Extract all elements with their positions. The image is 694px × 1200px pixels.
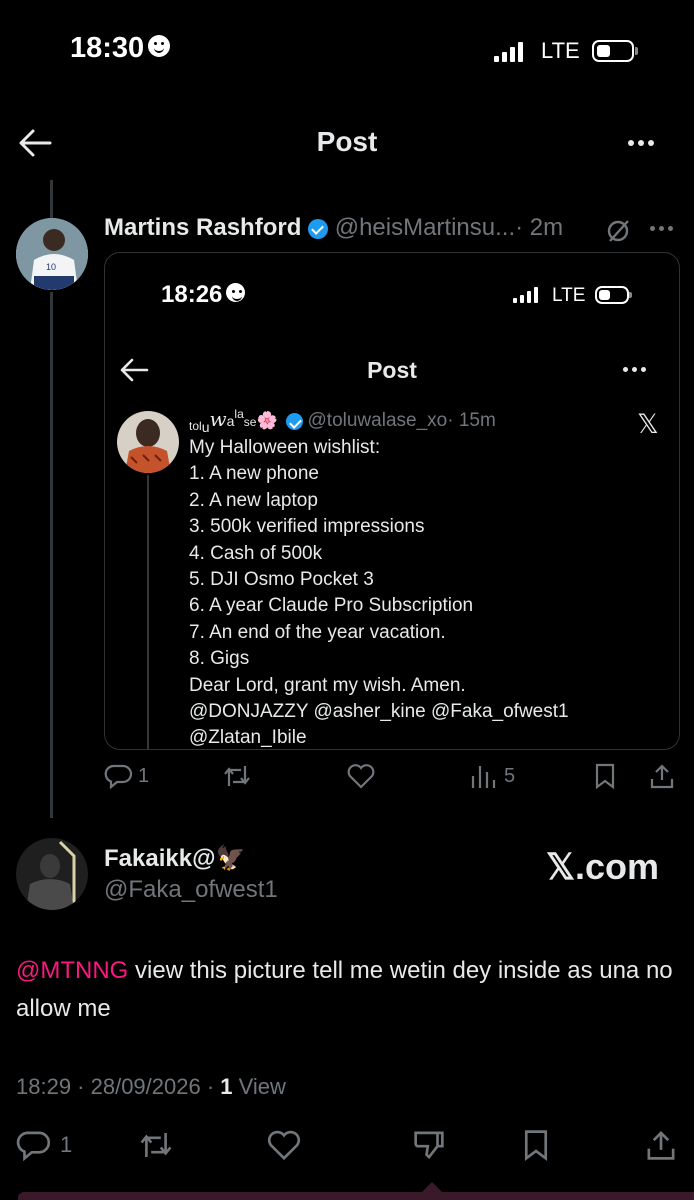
- avatar-fakaikk[interactable]: [16, 838, 88, 910]
- attached-image[interactable]: 18:26 LTE Post toluwalase🌸 @toluwalase_x…: [104, 252, 680, 750]
- avatar-rashford[interactable]: 10: [16, 218, 88, 290]
- inner-mentions-2: @Zlatan_Ibile: [189, 727, 307, 749]
- svg-text:10: 10: [46, 262, 56, 272]
- main-author[interactable]: Fakaikk@🦅: [104, 844, 245, 873]
- author-name[interactable]: Martins Rashford: [104, 214, 301, 241]
- main-bookmark-button[interactable]: [520, 1128, 552, 1167]
- battery-icon: [592, 40, 638, 62]
- post-header-rashford: Martins Rashford @heisMartinsu...· 2m: [104, 214, 563, 242]
- main-reply-button[interactable]: 1: [16, 1128, 72, 1162]
- bookmark-icon: [595, 763, 615, 790]
- inner-page-title: Post: [367, 357, 417, 383]
- views-button[interactable]: 5: [470, 762, 515, 790]
- share-icon: [650, 764, 674, 789]
- grok-button[interactable]: [604, 217, 632, 250]
- inner-avatar: [117, 411, 179, 473]
- x-com-watermark: 𝕏.com: [546, 846, 660, 887]
- main-post-text: @MTNNG view this picture tell me wetin d…: [16, 957, 673, 1022]
- share-button[interactable]: [648, 762, 676, 795]
- post-more-button[interactable]: [650, 226, 673, 231]
- inner-signal-icon: [513, 287, 538, 303]
- inner-tweet-header: toluwalase🌸 @toluwalase_xo· 15m: [189, 407, 496, 435]
- page-title: Post: [316, 126, 378, 157]
- like-icon: [267, 1130, 301, 1161]
- x-logo-icon: 𝕏: [637, 409, 659, 440]
- inner-tweet-body: My Halloween wishlist: 1. A new phone 2.…: [189, 435, 569, 749]
- bookmark-button[interactable]: [592, 762, 618, 795]
- inner-network-label: LTE: [552, 285, 586, 306]
- bookmark-icon: [524, 1130, 548, 1162]
- main-like-button[interactable]: [266, 1128, 302, 1167]
- share-icon: [647, 1130, 675, 1160]
- views-icon: [471, 766, 496, 788]
- mention-mtnng[interactable]: @MTNNG: [16, 957, 128, 984]
- inner-status-time: 18:26: [161, 281, 246, 309]
- reply-icon: [16, 1131, 50, 1162]
- main-author-handle[interactable]: @Faka_ofwest1: [104, 876, 278, 904]
- retweet-button[interactable]: [222, 762, 252, 795]
- main-retweet-button[interactable]: [138, 1128, 174, 1167]
- grok-icon: [607, 220, 629, 242]
- main-action-bar: 1: [16, 1128, 680, 1162]
- inner-battery-icon: [595, 286, 632, 304]
- signal-icon: [494, 42, 523, 62]
- eagle-emoji: 🦅: [215, 845, 246, 872]
- popup-pointer: [420, 1182, 444, 1194]
- reply-icon: [104, 764, 132, 790]
- like-icon: [347, 764, 375, 789]
- smiley-icon: [148, 35, 171, 58]
- verified-icon: [308, 218, 329, 239]
- more-button[interactable]: [628, 140, 654, 146]
- like-button[interactable]: [346, 762, 376, 795]
- inner-mentions: @DONJAZZY @asher_kine @Faka_ofwest1: [189, 701, 569, 723]
- bottom-popup-strip: [18, 1192, 694, 1200]
- rashford-action-bar: 1 5: [104, 762, 678, 794]
- retweet-icon: [140, 1133, 172, 1157]
- post-timestamp: 18:29 · 28/09/2026 · 1 View: [16, 1074, 286, 1099]
- post-time: · 2m: [515, 214, 564, 241]
- inner-more-icon: [623, 367, 646, 372]
- inner-verified-icon: [286, 413, 304, 431]
- retweet-icon: [224, 766, 250, 786]
- reply-button[interactable]: 1: [104, 762, 149, 790]
- network-label: LTE: [541, 38, 580, 63]
- dislike-button[interactable]: [412, 1128, 446, 1167]
- inner-smiley-icon: [226, 283, 246, 303]
- thread-line-top: [50, 180, 53, 218]
- main-share-button[interactable]: [644, 1128, 678, 1167]
- flower-emoji: 🌸: [256, 411, 278, 430]
- inner-thread-line: [147, 475, 149, 749]
- dislike-icon: [414, 1131, 444, 1160]
- thread-line: [50, 292, 53, 818]
- status-time: 18:30: [70, 32, 171, 65]
- author-handle[interactable]: @heisMartinsu...: [335, 214, 515, 241]
